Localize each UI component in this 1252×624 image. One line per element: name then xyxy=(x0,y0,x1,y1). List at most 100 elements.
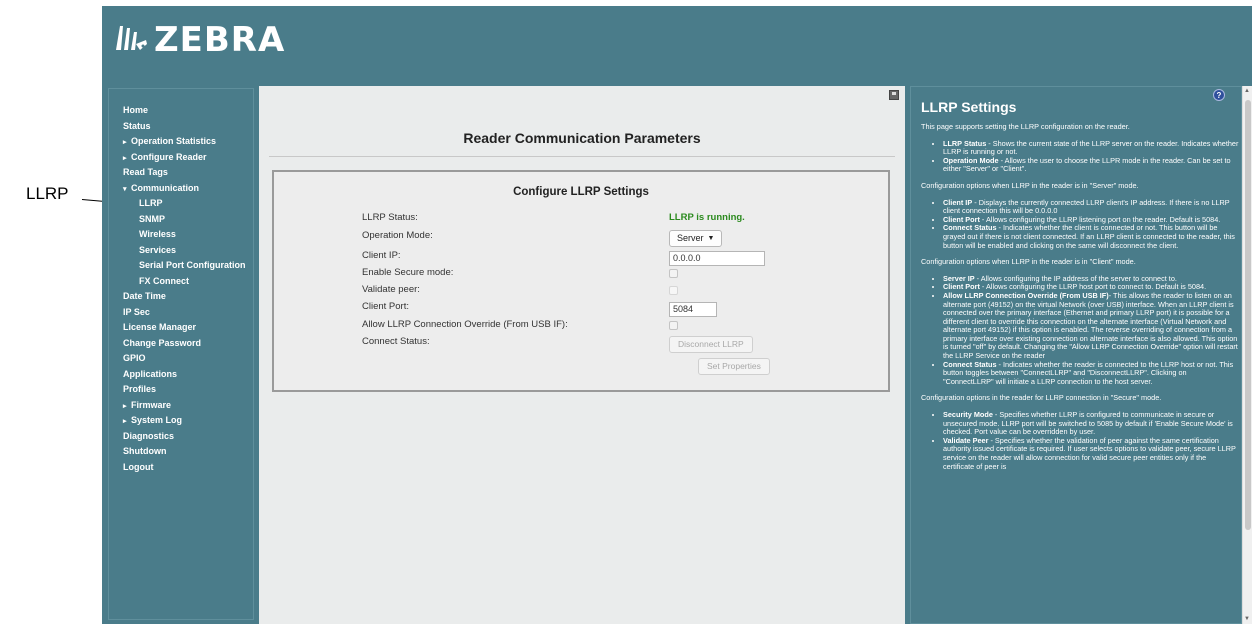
client-ip-input[interactable] xyxy=(669,250,765,266)
sidebar-item-diagnostics[interactable]: Diagnostics xyxy=(109,429,253,445)
help-description: - Displays the currently connected LLRP … xyxy=(943,197,1230,216)
help-description: - Shows the current state of the LLRP se… xyxy=(943,138,1239,157)
help-body: This page supports setting the LLRP conf… xyxy=(921,122,1239,479)
validate-peer-label: Validate peer: xyxy=(362,284,420,295)
sidebar-item-change-password[interactable]: Change Password xyxy=(109,336,253,352)
sidebar-item-shutdown[interactable]: Shutdown xyxy=(109,444,253,460)
sidebar-item-serial-port-configuration[interactable]: Serial Port Configuration xyxy=(109,258,253,274)
sidebar-item-services[interactable]: Services xyxy=(109,243,253,259)
sidebar-item-configure-reader[interactable]: ▸ Configure Reader xyxy=(109,150,253,166)
sidebar-item-label: Services xyxy=(139,244,177,255)
screenshot-stage: LLRP ZEBRA Home Status ▸ Operation Statisti… xyxy=(0,0,1252,624)
help-list-item: Client IP - Displays the currently conne… xyxy=(943,197,1239,216)
set-properties-button[interactable]: Set Properties xyxy=(698,358,770,375)
validate-peer-row: Validate peer: xyxy=(274,282,888,298)
help-client-intro: Configuration options when LLRP in the r… xyxy=(921,257,1136,267)
client-port-input[interactable] xyxy=(669,301,717,317)
help-list-item: LLRP Status - Shows the current state of… xyxy=(943,138,1239,157)
help-list-item: Connect Status - Indicates whether the c… xyxy=(943,224,1239,250)
help-pane: ? LLRP Settings This page supports setti… xyxy=(910,86,1242,624)
operation-mode-select[interactable]: Server ▼ xyxy=(669,229,723,247)
sidebar-item-gpio[interactable]: GPIO xyxy=(109,351,253,367)
disconnect-llrp-button[interactable]: Disconnect LLRP xyxy=(669,336,753,353)
override-row: Allow LLRP Connection Override (From USB… xyxy=(274,317,888,333)
zebra-head-icon xyxy=(116,26,147,50)
sidebar-item-snmp[interactable]: SNMP xyxy=(109,212,253,228)
main-content: Reader Communication Parameters Configur… xyxy=(259,86,905,624)
sidebar-item-label: Communication xyxy=(131,182,200,193)
sidebar-item-label: Diagnostics xyxy=(123,430,175,441)
sidebar-item-label: Profiles xyxy=(123,384,157,394)
operation-mode-label: Operation Mode: xyxy=(362,230,433,241)
sidebar-item-profiles[interactable]: Profiles xyxy=(109,382,253,398)
help-list-secure: Security Mode - Specifies whether LLRP i… xyxy=(921,410,1239,471)
operation-mode-value: Server xyxy=(677,233,704,243)
sidebar-item-operation-statistics[interactable]: ▸ Operation Statistics xyxy=(109,134,253,150)
override-wrap xyxy=(669,317,678,330)
title-divider xyxy=(269,156,895,157)
help-description: - This allows the reader to listen on an… xyxy=(943,290,1238,361)
scroll-down-icon[interactable]: ▼ xyxy=(1244,616,1250,622)
caret-right-icon: ▸ xyxy=(123,139,127,146)
sidebar-item-label: Serial Port Configuration xyxy=(139,260,246,270)
help-list-client: Server IP - Allows configuring the IP ad… xyxy=(921,274,1239,387)
sidebar-item-status[interactable]: Status xyxy=(109,119,253,135)
client-ip-wrap xyxy=(669,248,765,266)
help-scrollbar[interactable]: ▲ ▼ xyxy=(1242,86,1252,624)
scrollbar-thumb[interactable] xyxy=(1245,100,1251,530)
sidebar-item-ip-sec[interactable]: IP Sec xyxy=(109,305,253,321)
sidebar-item-wireless[interactable]: Wireless xyxy=(109,227,253,243)
help-list-item: Connect Status - Indicates whether the r… xyxy=(943,360,1239,387)
sidebar-item-label: Wireless xyxy=(139,229,176,239)
sidebar-item-firmware[interactable]: ▸ Firmware xyxy=(109,398,253,414)
caret-right-icon: ▸ xyxy=(123,402,127,410)
sidebar-item-label: Shutdown xyxy=(123,446,167,456)
sidebar-item-label: Firmware xyxy=(131,399,172,410)
sidebar-item-system-log[interactable]: ▸ System Log xyxy=(109,413,253,429)
secure-mode-label: Enable Secure mode: xyxy=(362,267,454,278)
sidebar-item-label: Configure Reader xyxy=(131,151,207,162)
scroll-up-icon[interactable]: ▲ xyxy=(1244,88,1250,94)
operation-mode-row: Operation Mode: Server ▼ xyxy=(274,228,888,247)
caret-down-icon: ▼ xyxy=(707,234,715,242)
sidebar-item-home[interactable]: Home xyxy=(109,103,253,119)
llrp-status-row: LLRP Status: LLRP is running. xyxy=(274,210,888,226)
sidebar-item-label: Date Time xyxy=(123,291,166,301)
llrp-config-panel: Configure LLRP Settings LLRP Status: LLR… xyxy=(272,170,890,392)
help-list-server: Client IP - Displays the currently conne… xyxy=(921,197,1239,251)
sidebar-item-label: Applications xyxy=(123,368,178,379)
help-list-general: LLRP Status - Shows the current state of… xyxy=(921,138,1239,174)
validate-peer-checkbox[interactable] xyxy=(669,286,678,295)
sidebar-item-label: GPIO xyxy=(123,353,146,363)
client-port-row: Client Port: xyxy=(274,299,888,317)
client-port-wrap xyxy=(669,299,717,317)
set-properties-row: Set Properties xyxy=(274,356,888,375)
callout-label: LLRP xyxy=(26,184,69,203)
help-list-item: Security Mode - Specifies whether LLRP i… xyxy=(943,410,1239,437)
connect-status-label: Connect Status: xyxy=(362,336,430,347)
sidebar-item-date-time[interactable]: Date Time xyxy=(109,289,253,305)
sidebar-item-llrp[interactable]: LLRP xyxy=(109,196,253,212)
caret-right-icon: ▸ xyxy=(123,418,127,425)
secure-mode-checkbox[interactable] xyxy=(669,269,678,278)
client-ip-label: Client IP: xyxy=(362,250,401,261)
sidebar-item-applications[interactable]: Applications xyxy=(109,367,253,383)
override-checkbox[interactable] xyxy=(669,321,678,330)
brand-name: ZEBRA xyxy=(154,20,286,60)
sidebar-item-read-tags[interactable]: Read Tags xyxy=(109,165,253,181)
sidebar-item-license-manager[interactable]: License Manager xyxy=(109,320,253,336)
sidebar-item-fx-connect[interactable]: FX Connect xyxy=(109,274,253,290)
sidebar-item-label: License Manager xyxy=(123,322,197,332)
client-ip-row: Client IP: xyxy=(274,248,888,266)
help-list-item: Allow LLRP Connection Override (From USB… xyxy=(943,290,1239,361)
caret-right-icon: ▸ xyxy=(123,154,127,162)
override-label: Allow LLRP Connection Override (From USB… xyxy=(362,319,568,330)
help-title: LLRP Settings xyxy=(921,99,1017,115)
sidebar-item-logout[interactable]: Logout xyxy=(109,460,253,476)
save-icon[interactable] xyxy=(889,90,899,100)
connect-status-row: Connect Status: Disconnect LLRP xyxy=(274,334,888,353)
sidebar-item-label: LLRP xyxy=(139,198,163,208)
sidebar-item-label: Operation Statistics xyxy=(131,136,217,146)
sidebar-item-communication[interactable]: ▾ Communication xyxy=(109,181,253,197)
help-question-icon[interactable]: ? xyxy=(1213,89,1225,101)
